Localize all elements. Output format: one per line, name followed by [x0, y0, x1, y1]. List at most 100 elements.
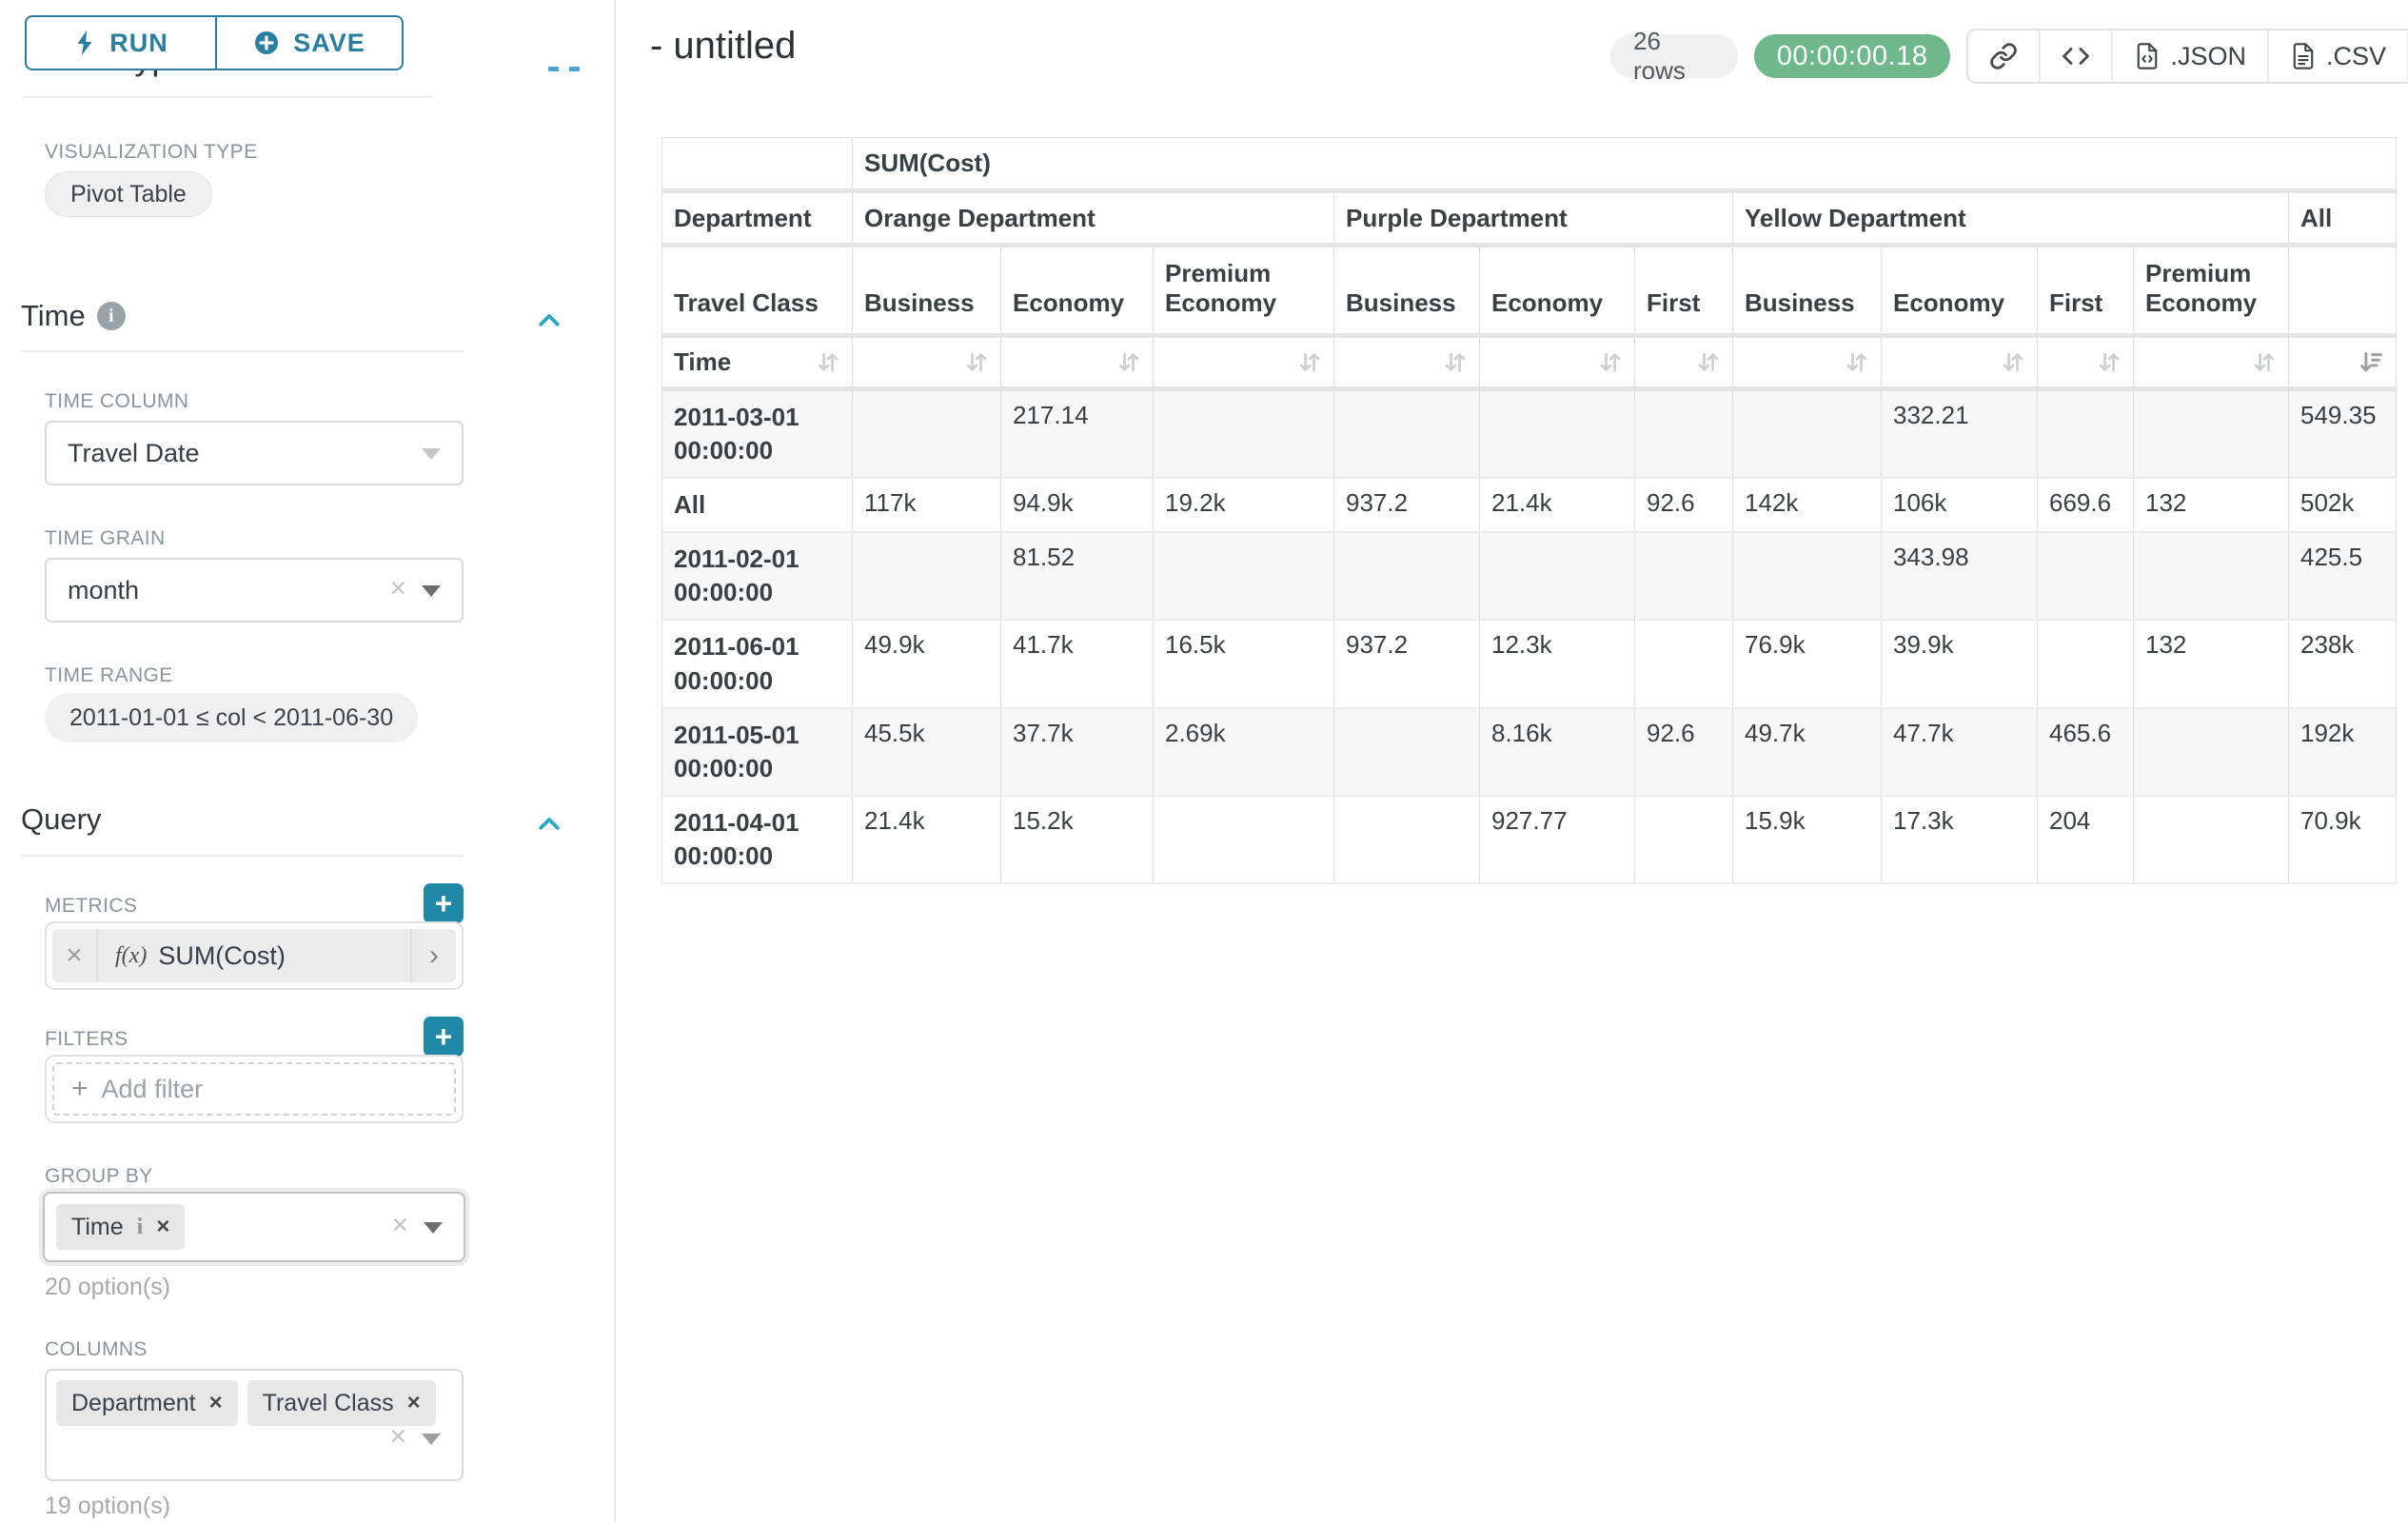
- add-filter-button[interactable]: +: [424, 1017, 464, 1057]
- clear-icon[interactable]: ×: [389, 573, 406, 605]
- remove-chip-icon[interactable]: ×: [156, 1214, 169, 1240]
- pivot-value-cell: [1334, 708, 1480, 796]
- code-icon: [2062, 42, 2090, 70]
- time-column-select[interactable]: Travel Date: [45, 421, 464, 485]
- pivot-value-cell: [853, 532, 1001, 620]
- add-filter-dropzone[interactable]: + Add filter: [52, 1062, 456, 1116]
- column-header: Economy: [1001, 246, 1154, 336]
- pivot-value-cell: [1733, 532, 1882, 620]
- column-header: Business: [1334, 246, 1480, 336]
- embed-code-button[interactable]: [2039, 30, 2111, 82]
- columns-select[interactable]: Department×Travel Class× ×: [45, 1369, 464, 1481]
- clear-icon[interactable]: ×: [391, 1210, 408, 1242]
- table-row: 2011-03-0100:00:00217.14332.21549.35: [662, 389, 2397, 479]
- table-row: All117k94.9k19.2k937.221.4k92.6142k106k6…: [662, 478, 2397, 532]
- pivot-value-cell: 16.5k: [1154, 620, 1334, 707]
- pivot-value-cell: [1480, 389, 1635, 479]
- time-sort-header[interactable]: Time: [662, 336, 853, 389]
- chart-area: - untitled 26 rows 00:00:00.18 .JSON .CS…: [618, 0, 2408, 1523]
- time-grain-select[interactable]: month ×: [45, 558, 464, 623]
- metric-name: SUM(Cost): [158, 941, 286, 971]
- table-row: 2011-06-0100:00:0049.9k41.7k16.5k937.212…: [662, 620, 2397, 707]
- column-header: Business: [853, 246, 1001, 336]
- chevron-up-icon[interactable]: [535, 307, 563, 335]
- pivot-value-cell: [1635, 389, 1733, 479]
- sort-header[interactable]: [1733, 336, 1882, 389]
- share-link-button[interactable]: [1968, 30, 2039, 82]
- pivot-value-cell: 8.16k: [1480, 708, 1635, 796]
- row-label: 2011-03-0100:00:00: [662, 389, 853, 479]
- remove-metric-icon[interactable]: ×: [52, 929, 98, 982]
- pivot-table: SUM(Cost)DepartmentOrange DepartmentPurp…: [661, 137, 2397, 884]
- add-metric-button[interactable]: +: [424, 883, 464, 923]
- pivot-value-cell: 192k: [2289, 708, 2397, 796]
- sort-header[interactable]: [1334, 336, 1480, 389]
- pivot-value-cell: [1334, 389, 1480, 479]
- group-header: All: [2289, 191, 2397, 246]
- clear-icon[interactable]: ×: [389, 1420, 406, 1453]
- sort-header[interactable]: [1001, 336, 1154, 389]
- chevron-right-icon[interactable]: ›: [410, 929, 456, 982]
- corner-cell: [662, 138, 853, 191]
- pivot-value-cell: 21.4k: [853, 796, 1001, 883]
- caret-down-icon: [422, 585, 441, 597]
- export-json-label: .JSON: [2170, 42, 2246, 71]
- plus-circle-icon: [253, 30, 280, 56]
- export-csv-button[interactable]: .CSV: [2267, 30, 2407, 82]
- time-range-pill[interactable]: 2011-01-01 ≤ col < 2011-06-30: [45, 693, 418, 742]
- pivot-value-cell: [2038, 620, 2134, 707]
- row-label: 2011-04-0100:00:00: [662, 796, 853, 883]
- info-icon[interactable]: i: [97, 302, 126, 330]
- sort-header[interactable]: [2134, 336, 2289, 389]
- export-csv-label: .CSV: [2326, 42, 2386, 71]
- table-row: 2011-04-0100:00:0021.4k15.2k927.7715.9k1…: [662, 796, 2397, 883]
- viz-type-pill[interactable]: Pivot Table: [45, 171, 212, 217]
- metric-chip[interactable]: × f(x) SUM(Cost) ›: [52, 929, 456, 982]
- pivot-value-cell: 49.9k: [853, 620, 1001, 707]
- json-file-icon: [2134, 42, 2161, 70]
- pivot-value-cell: [1334, 532, 1480, 620]
- export-json-button[interactable]: .JSON: [2111, 30, 2267, 82]
- row-label: All: [662, 478, 853, 532]
- info-icon: i: [137, 1215, 144, 1240]
- column-header: Economy: [1480, 246, 1635, 336]
- columns-chip-travel-class[interactable]: Travel Class×: [247, 1380, 436, 1426]
- pivot-value-cell: 343.98: [1882, 532, 2038, 620]
- remove-chip-icon[interactable]: ×: [209, 1390, 223, 1416]
- column-header: Premium Economy: [1154, 246, 1334, 336]
- sort-header[interactable]: [1480, 336, 1635, 389]
- divider: [23, 96, 433, 98]
- chip-label: Time: [71, 1214, 124, 1241]
- pivot-value-cell: 15.9k: [1733, 796, 1882, 883]
- group-header: Yellow Department: [1733, 191, 2289, 246]
- query-section-title: Query: [21, 802, 101, 837]
- sort-header[interactable]: [2038, 336, 2134, 389]
- chevron-up-icon[interactable]: [535, 810, 563, 839]
- group-by-label: GROUP BY: [45, 1165, 153, 1188]
- metric-header: SUM(Cost): [853, 138, 2397, 191]
- chart-title[interactable]: - untitled: [650, 25, 796, 68]
- columns-chip-department[interactable]: Department×: [56, 1380, 238, 1426]
- time-grain-value: month: [68, 576, 139, 605]
- sort-header[interactable]: [1882, 336, 2038, 389]
- sort-header[interactable]: [853, 336, 1001, 389]
- pivot-value-cell: 19.2k: [1154, 478, 1334, 532]
- run-button[interactable]: RUN: [25, 15, 216, 70]
- sort-header[interactable]: [1635, 336, 1733, 389]
- save-button[interactable]: SAVE: [216, 15, 404, 70]
- pivot-value-cell: 81.52: [1001, 532, 1154, 620]
- remove-chip-icon[interactable]: ×: [407, 1390, 421, 1416]
- sort-header[interactable]: [1154, 336, 1334, 389]
- pivot-value-cell: 465.6: [2038, 708, 2134, 796]
- group-by-chip-time[interactable]: Timei ×: [56, 1204, 185, 1250]
- pivot-value-cell: 204: [2038, 796, 2134, 883]
- group-by-select[interactable]: Timei × ×: [43, 1192, 465, 1262]
- pivot-value-cell: 549.35: [2289, 389, 2397, 479]
- chart-toolbar: 26 rows 00:00:00.18 .JSON .CSV: [1610, 29, 2408, 84]
- column-header: Economy: [1882, 246, 2038, 336]
- scrolled-icon-fragment: [548, 67, 559, 71]
- time-section-title: Time i: [21, 299, 126, 333]
- pivot-value-cell: [2134, 389, 2289, 479]
- sort-desc-header[interactable]: [2289, 336, 2397, 389]
- pivot-value-cell: 2.69k: [1154, 708, 1334, 796]
